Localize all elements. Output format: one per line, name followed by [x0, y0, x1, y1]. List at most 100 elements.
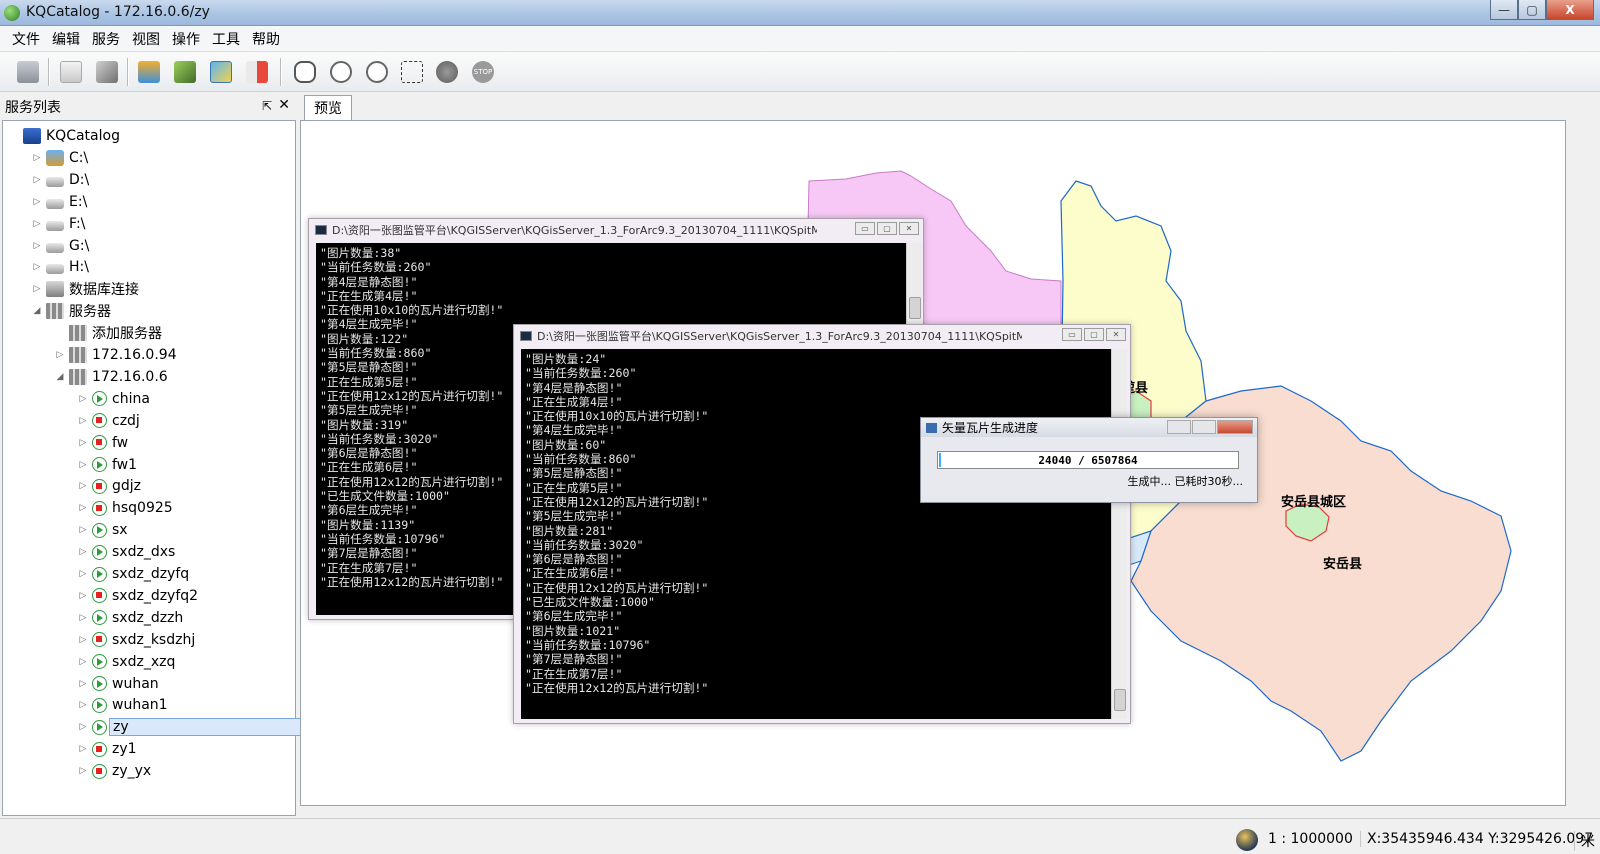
expand-toggle-icon[interactable]: ▷: [78, 569, 88, 579]
console-maximize-button[interactable]: ▢: [877, 222, 897, 235]
globe-icon[interactable]: [432, 57, 462, 87]
tree-node[interactable]: ▷ sxdz_dzyfq2: [78, 585, 199, 607]
tree-node[interactable]: KQCatalog: [9, 125, 120, 147]
expand-toggle-icon[interactable]: ▷: [78, 744, 88, 754]
toolbar-separator: [127, 58, 129, 86]
zoom-in-icon[interactable]: [326, 57, 356, 87]
tools-icon[interactable]: [92, 57, 122, 87]
minimize-button[interactable]: —: [1490, 0, 1518, 20]
expand-toggle-icon[interactable]: ◢: [55, 372, 65, 382]
tree-node[interactable]: ▷ 172.16.0.94: [55, 344, 177, 366]
expand-toggle-icon[interactable]: ▷: [78, 416, 88, 426]
tree-node[interactable]: ▷ C:\: [32, 147, 88, 169]
tree-node[interactable]: ▷ sxdz_dzyfq: [78, 563, 190, 585]
tree-node[interactable]: ▷ sxdz_ksdzhj: [78, 629, 196, 651]
expand-toggle-icon[interactable]: ▷: [78, 481, 88, 491]
menu-view[interactable]: 视图: [126, 29, 166, 49]
menu-file[interactable]: 文件: [6, 29, 46, 49]
zoom-out-icon[interactable]: [362, 57, 392, 87]
export-image-icon[interactable]: [206, 57, 236, 87]
expand-toggle-icon[interactable]: ▷: [32, 197, 42, 207]
expand-toggle-icon[interactable]: ▷: [78, 394, 88, 404]
tree-node[interactable]: ▷ wuhan1: [78, 694, 168, 716]
expand-toggle-icon[interactable]: ▷: [78, 460, 88, 470]
tree-node[interactable]: ▷ zy_yx: [78, 760, 152, 782]
expand-toggle-icon[interactable]: ▷: [78, 722, 88, 732]
tree-node[interactable]: ▷ 数据库连接: [32, 278, 139, 300]
expand-toggle-icon[interactable]: ▷: [32, 262, 42, 272]
dialog-minimize-button[interactable]: [1167, 420, 1191, 434]
save-icon[interactable]: [13, 57, 43, 87]
tree-node[interactable]: ▷ sxdz_dxs: [78, 541, 176, 563]
tree-node[interactable]: ◢ 172.16.0.6: [55, 366, 168, 388]
expand-toggle-icon[interactable]: ▷: [78, 503, 88, 513]
console-maximize-button[interactable]: ▢: [1084, 328, 1104, 341]
menu-operation[interactable]: 操作: [166, 29, 206, 49]
console-close-button[interactable]: ✕: [1106, 328, 1126, 341]
expand-toggle-icon[interactable]: ▷: [55, 350, 65, 360]
tree-node[interactable]: ▷ czdj: [78, 410, 140, 432]
expand-toggle-icon[interactable]: ▷: [78, 679, 88, 689]
dialog-close-button[interactable]: [1217, 420, 1253, 434]
layers-icon[interactable]: [134, 57, 164, 87]
tree-node[interactable]: ▷ H:\: [32, 256, 89, 278]
expand-toggle-icon[interactable]: ▷: [32, 175, 42, 185]
console-scrollbar[interactable]: [1111, 349, 1127, 719]
tree-node[interactable]: 添加服务器: [55, 322, 162, 344]
maximize-button[interactable]: ▢: [1518, 0, 1546, 20]
tree-node[interactable]: ▷ china: [78, 388, 150, 410]
console-minimize-button[interactable]: ▭: [855, 222, 875, 235]
tile-progress-dialog[interactable]: 矢量瓦片生成进度 24040 / 6507864 生成中... 已耗时30秒..…: [920, 417, 1258, 503]
new-document-icon[interactable]: [56, 57, 86, 87]
tree-node[interactable]: ▷ sxdz_xzq: [78, 651, 176, 673]
expand-toggle-icon[interactable]: ▷: [32, 241, 42, 251]
undock-icon[interactable]: ⇱: [262, 99, 272, 113]
scroll-thumb[interactable]: [1114, 689, 1126, 711]
tree-node[interactable]: ▷ sxdz_dzzh: [78, 607, 184, 629]
stop-icon[interactable]: STOP: [468, 57, 498, 87]
expand-toggle-icon[interactable]: ▷: [32, 153, 42, 163]
tree-node[interactable]: ◢ 服务器: [32, 300, 111, 322]
tree-node[interactable]: ▷ G:\: [32, 235, 90, 257]
console-close-button[interactable]: ✕: [899, 222, 919, 235]
expand-toggle-icon[interactable]: ▷: [78, 547, 88, 557]
expand-toggle-icon[interactable]: ▷: [78, 591, 88, 601]
menu-service[interactable]: 服务: [86, 29, 126, 49]
select-box-icon[interactable]: [397, 57, 427, 87]
console-minimize-button[interactable]: ▭: [1062, 328, 1082, 341]
tree-node[interactable]: ▷ zy1: [78, 738, 137, 760]
expand-toggle-icon[interactable]: ▷: [32, 284, 42, 294]
expand-toggle-icon[interactable]: ▷: [78, 766, 88, 776]
close-button[interactable]: X: [1546, 0, 1594, 20]
map-icon[interactable]: [170, 57, 200, 87]
tree-node[interactable]: ▷ sx: [78, 519, 128, 541]
panel-close-icon[interactable]: ✕: [278, 97, 290, 113]
running-icon: [92, 697, 107, 713]
tree-node[interactable]: ▷ fw: [78, 432, 129, 454]
menu-tools[interactable]: 工具: [206, 29, 246, 49]
tab-preview[interactable]: 预览: [304, 95, 352, 120]
expand-toggle-icon[interactable]: ◢: [32, 306, 42, 316]
dialog-maximize-button[interactable]: [1192, 420, 1216, 434]
tree-node[interactable]: ▷ gdjz: [78, 475, 141, 497]
expand-toggle-icon[interactable]: ▷: [78, 635, 88, 645]
tree-node[interactable]: ▷ fw1: [78, 454, 138, 476]
menu-edit[interactable]: 编辑: [46, 29, 86, 49]
red-arrow-icon[interactable]: [242, 57, 272, 87]
scroll-thumb[interactable]: [909, 297, 921, 319]
tree-node[interactable]: ▷ wuhan: [78, 673, 159, 695]
pan-hand-icon[interactable]: [290, 57, 320, 87]
tree-node[interactable]: ▷ D:\: [32, 169, 90, 191]
tree-node[interactable]: ▷ hsq0925: [78, 497, 173, 519]
menu-help[interactable]: 帮助: [246, 29, 286, 49]
expand-toggle-icon[interactable]: ▷: [78, 525, 88, 535]
tree-node[interactable]: ▷ zy: [78, 716, 315, 738]
console-window-2[interactable]: D:\资阳一张图监管平台\KQGISServer\KQGisServer_1.3…: [513, 324, 1131, 724]
expand-toggle-icon[interactable]: ▷: [78, 613, 88, 623]
tree-node[interactable]: ▷ E:\: [32, 191, 88, 213]
expand-toggle-icon[interactable]: ▷: [78, 438, 88, 448]
expand-toggle-icon[interactable]: ▷: [78, 700, 88, 710]
expand-toggle-icon[interactable]: ▷: [32, 219, 42, 229]
tree-node[interactable]: ▷ F:\: [32, 213, 86, 235]
expand-toggle-icon[interactable]: ▷: [78, 657, 88, 667]
